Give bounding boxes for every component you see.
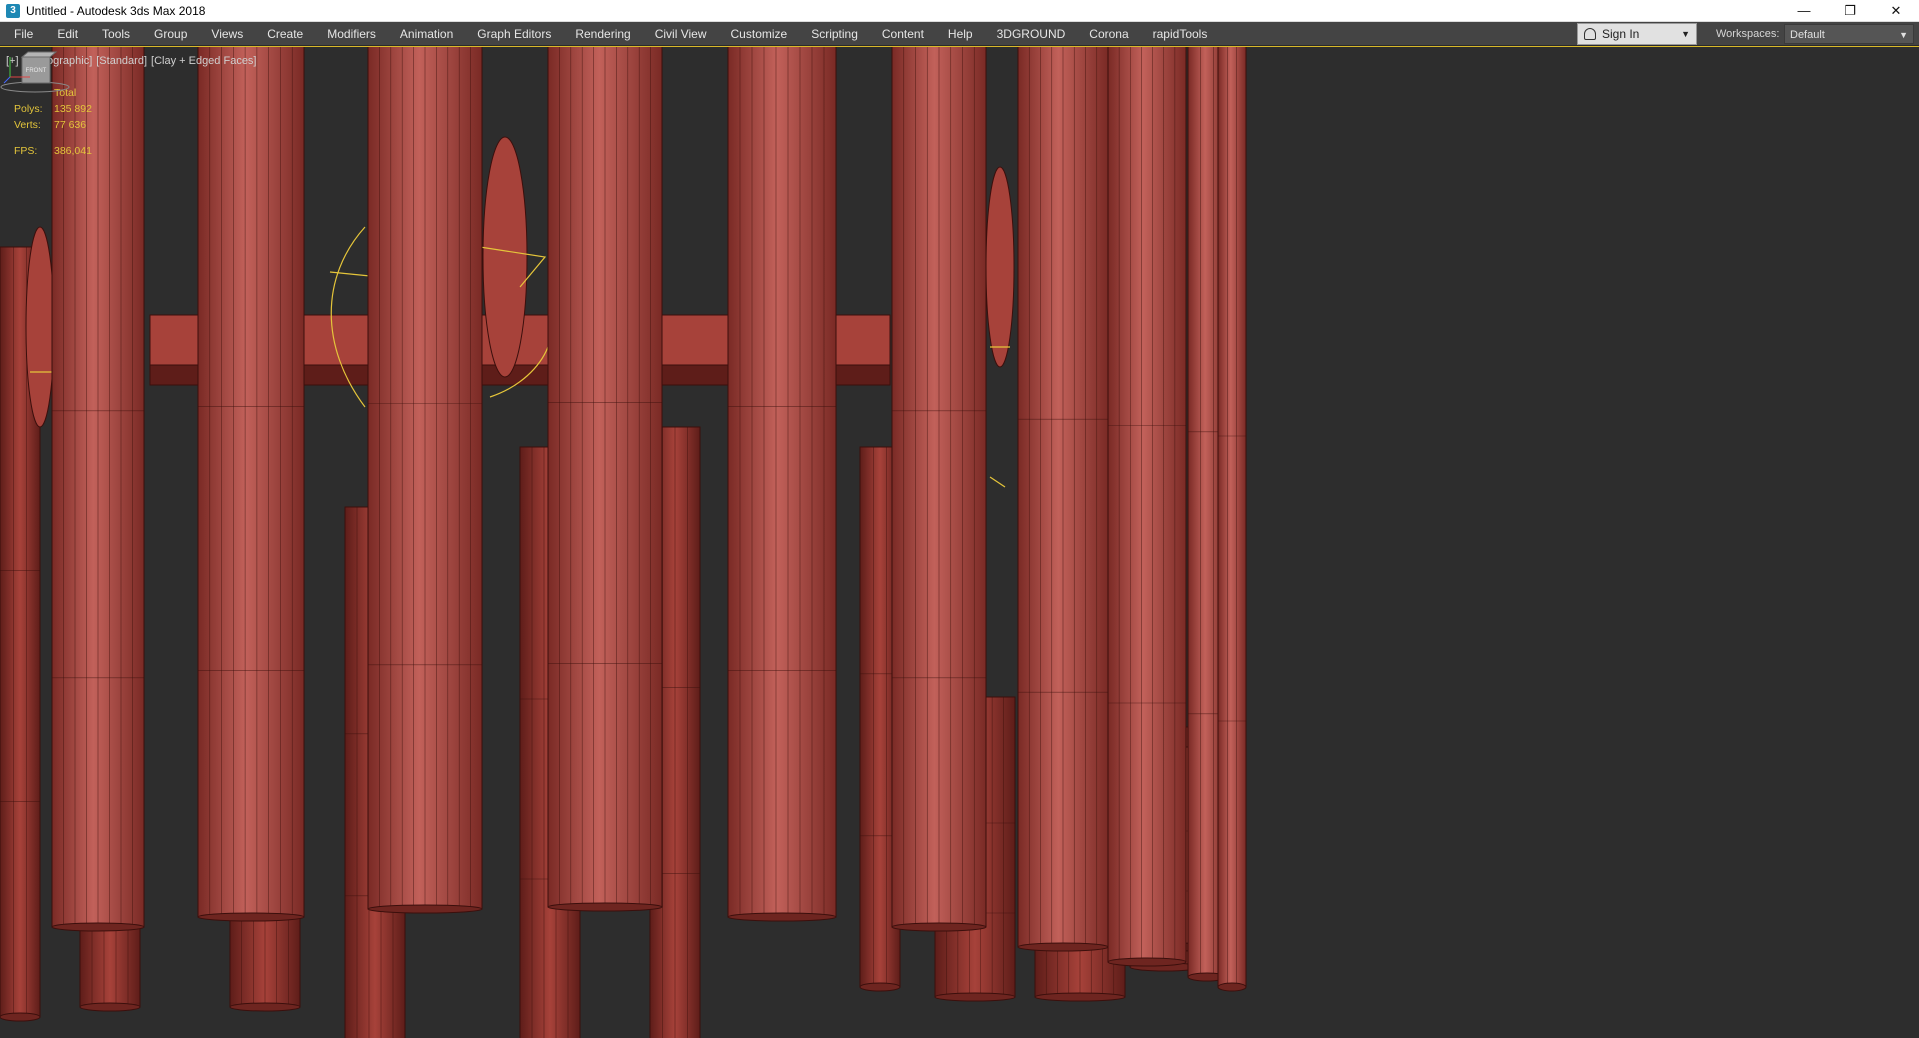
menu-bar: File Edit Tools Group Views Create Modif…: [0, 22, 1919, 46]
viewport-shading-label[interactable]: [Standard]: [96, 55, 147, 67]
menu-graph-editors[interactable]: Graph Editors: [465, 22, 563, 46]
sign-in-label: Sign In: [1602, 27, 1640, 41]
fps-value: 386,041: [54, 145, 92, 157]
menu-rendering[interactable]: Rendering: [563, 22, 642, 46]
workspaces-label: Workspaces:: [1716, 28, 1780, 40]
menu-create[interactable]: Create: [255, 22, 315, 46]
front-rod-1: [197, 47, 305, 918]
menu-help[interactable]: Help: [936, 22, 985, 46]
restore-button[interactable]: ❐: [1827, 0, 1873, 22]
app-icon: 3: [6, 3, 20, 18]
menu-group[interactable]: Group: [142, 22, 199, 46]
fps-label: FPS:: [14, 145, 38, 157]
menu-views[interactable]: Views: [199, 22, 255, 46]
menu-tools[interactable]: Tools: [90, 22, 142, 46]
menu-3dground[interactable]: 3DGROUND: [985, 22, 1078, 46]
menu-scripting[interactable]: Scripting: [799, 22, 870, 46]
sign-in-button[interactable]: Sign In ▼: [1577, 23, 1697, 45]
viewport-mode-label[interactable]: [Clay + Edged Faces]: [151, 55, 256, 67]
menu-content[interactable]: Content: [870, 22, 936, 46]
chevron-down-icon: ▼: [1899, 30, 1908, 40]
polys-value: 135 892: [54, 103, 92, 115]
window-controls: — ❐ ✕: [1781, 0, 1919, 22]
viewport-scene[interactable]: [0, 47, 1919, 1038]
bulb-3: [25, 226, 55, 428]
menu-animation[interactable]: Animation: [388, 22, 465, 46]
verts-value: 77 636: [54, 119, 87, 131]
bulb-1: [482, 136, 528, 378]
menu-file[interactable]: File: [0, 22, 45, 46]
workspace-value: Default: [1790, 29, 1825, 41]
menu-modifiers[interactable]: Modifiers: [315, 22, 388, 46]
window-title: Untitled - Autodesk 3ds Max 2018: [26, 3, 206, 18]
bulb-2: [985, 166, 1015, 368]
front-rod-4: [727, 47, 837, 918]
verts-label: Verts:: [14, 119, 41, 131]
menu-corona[interactable]: Corona: [1077, 22, 1140, 46]
title-bar: 3 Untitled - Autodesk 3ds Max 2018 — ❐ ✕: [0, 0, 1919, 22]
front-rod-9: [1217, 47, 1247, 988]
menu-civil-view[interactable]: Civil View: [643, 22, 719, 46]
workspaces-dropdown[interactable]: Default ▼: [1784, 24, 1914, 44]
close-button[interactable]: ✕: [1873, 0, 1919, 22]
front-viewport[interactable]: [+] [Orthographic] [Standard] [Clay + Edged…: [0, 46, 1919, 1038]
chevron-down-icon: ▼: [1681, 29, 1690, 39]
menu-rapidtools[interactable]: rapidTools: [1141, 22, 1220, 46]
menu-customize[interactable]: Customize: [719, 22, 800, 46]
front-rod-7: [1107, 47, 1187, 963]
polys-label: Polys:: [14, 103, 43, 115]
menu-edit[interactable]: Edit: [45, 22, 90, 46]
user-icon: [1584, 28, 1596, 40]
selection-line-3: [989, 476, 1006, 488]
axis-tripod-icon: [3, 57, 30, 84]
minimize-button[interactable]: —: [1781, 0, 1827, 22]
